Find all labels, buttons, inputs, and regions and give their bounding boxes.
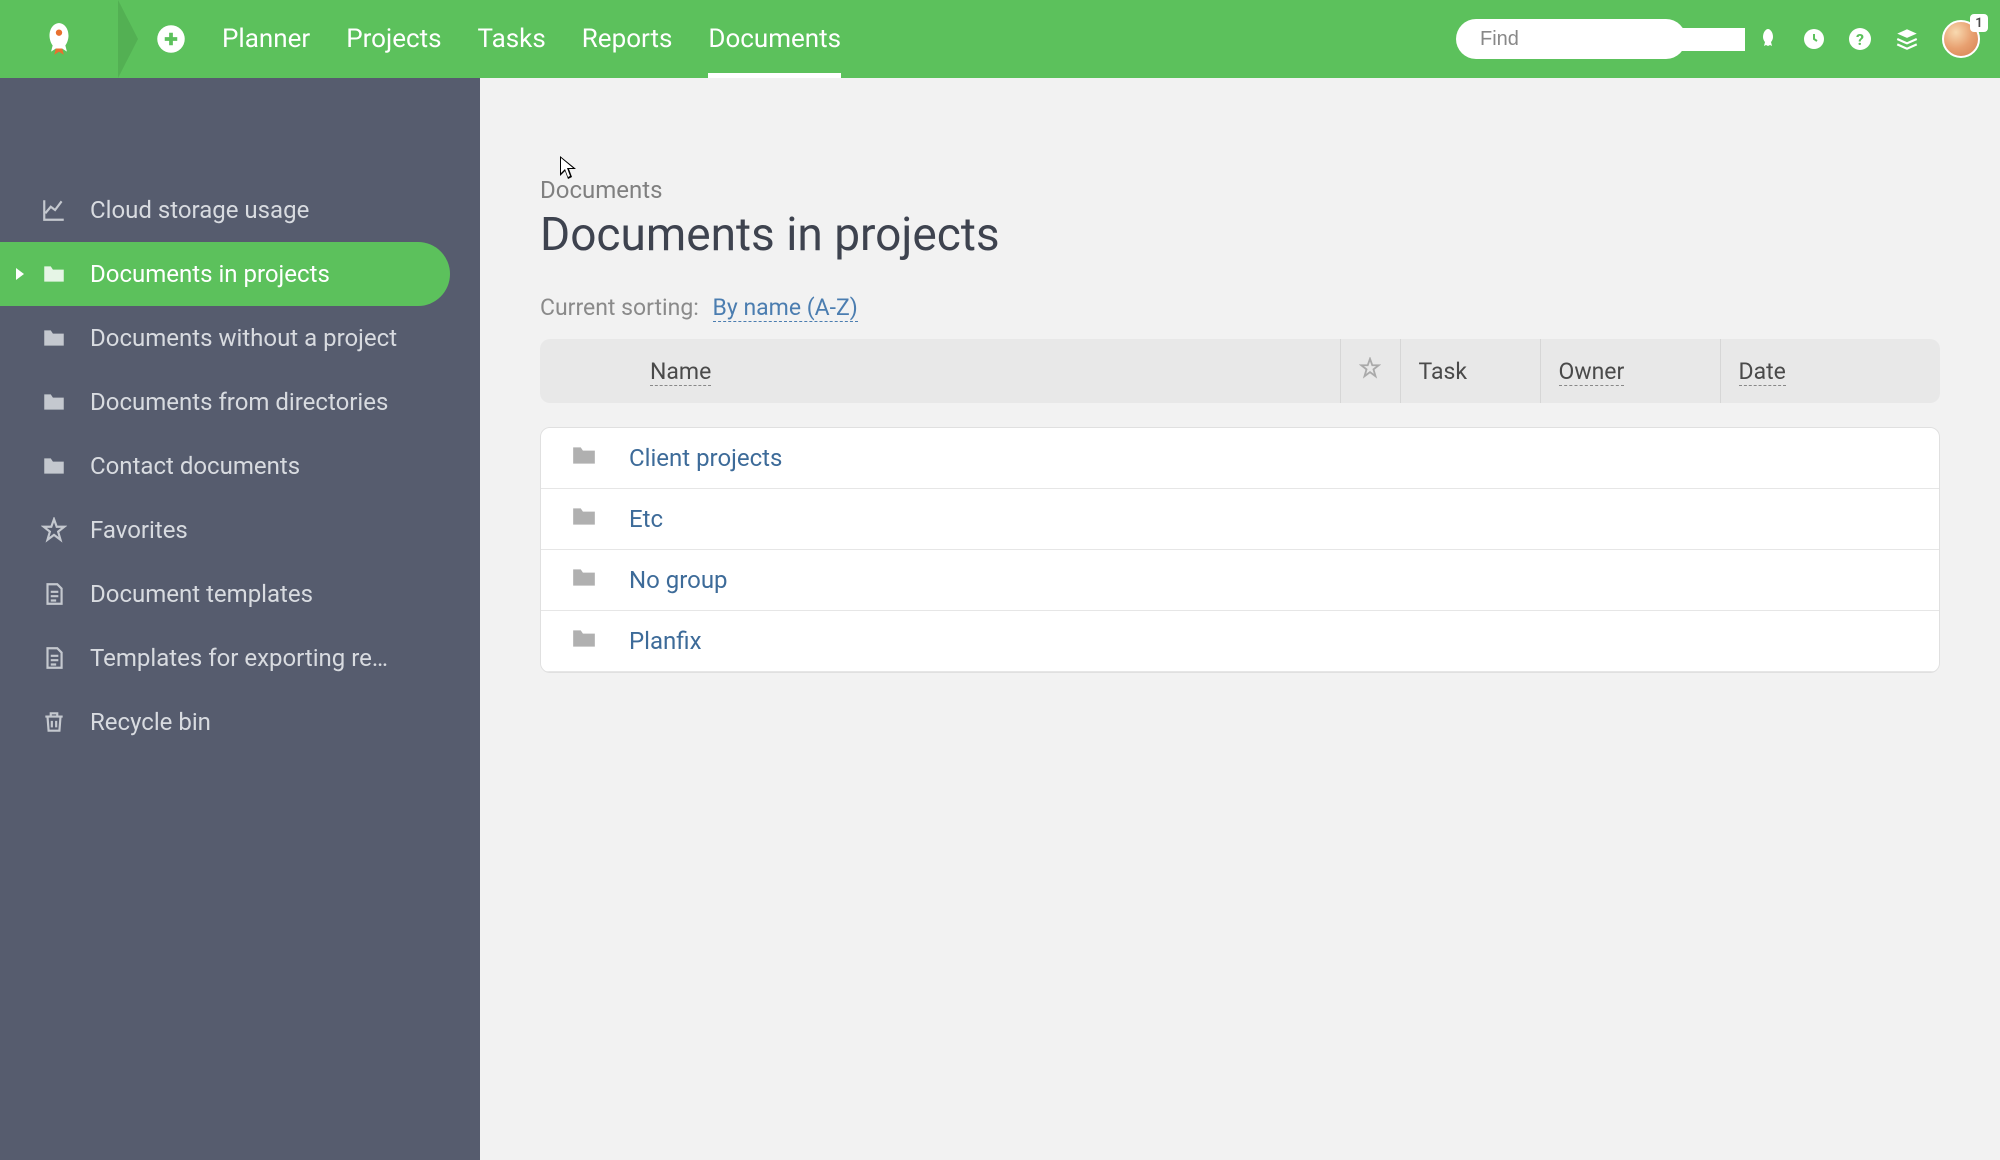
search-input[interactable] [1480,28,1745,51]
sidebar-item-contact-documents[interactable]: Contact documents [0,434,480,498]
sidebar-item-recycle-bin[interactable]: Recycle bin [0,690,480,754]
row-name[interactable]: Etc [615,489,1939,550]
sidebar-item-document-templates[interactable]: Document templates [0,562,480,626]
trash-icon [40,708,68,736]
sort-label: Current sorting: [540,294,699,321]
documents-table: Name Task Owner Date [540,339,1940,403]
table-row[interactable]: Client projects [541,428,1939,489]
folder-icon [40,452,68,480]
search-box[interactable] [1456,19,1686,59]
folder-icon [40,388,68,416]
help-icon: ? [1848,27,1872,51]
sidebar-label: Favorites [90,516,188,544]
sidebar-label: Contact documents [90,452,300,480]
nav-tab-tasks[interactable]: Tasks [478,0,546,78]
topbar-actions: ? 1 [1708,20,1980,58]
sidebar-item-documents-from-directories[interactable]: Documents from directories [0,370,480,434]
sidebar-label: Documents from directories [90,388,388,416]
sidebar-label: Documents in projects [90,260,330,288]
chart-icon [40,196,68,224]
folder-icon [40,324,68,352]
column-date[interactable]: Date [1720,339,1940,403]
table-row[interactable]: Etc [541,489,1939,550]
menu-icon [1708,26,1734,52]
nav-tab-planner[interactable]: Planner [222,0,310,78]
sidebar-label: Recycle bin [90,708,211,736]
column-name[interactable]: Name [540,339,1340,403]
column-owner[interactable]: Owner [1540,339,1720,403]
nav-tab-projects[interactable]: Projects [346,0,441,78]
sidebar-item-export-templates[interactable]: Templates for exporting re… [0,626,480,690]
main-content: Documents Documents in projects Current … [480,78,2000,1160]
sidebar-label: Documents without a project [90,324,397,352]
breadcrumb[interactable]: Documents [540,176,1940,204]
row-name[interactable]: No group [615,550,1939,611]
sidebar: Cloud storage usage Documents in project… [0,78,480,1160]
sidebar-item-documents-in-projects[interactable]: Documents in projects [0,242,450,306]
avatar-badge: 1 [1970,14,1988,32]
nav-tab-documents[interactable]: Documents [708,0,841,78]
avatar[interactable]: 1 [1942,20,1980,58]
page-title: Documents in projects [540,208,1940,262]
plus-circle-icon [156,24,186,54]
row-name[interactable]: Client projects [615,428,1939,489]
table-row[interactable]: Planfix [541,611,1939,672]
layers-icon [1894,26,1920,52]
folder-icon [571,566,597,588]
rocket-small-icon [1756,27,1780,51]
sidebar-label: Document templates [90,580,313,608]
sidebar-item-cloud-storage[interactable]: Cloud storage usage [0,178,480,242]
rocket-button[interactable] [1756,27,1780,51]
documents-table-body: Client projects Etc No group [541,428,1939,672]
add-button[interactable] [156,24,186,54]
column-star[interactable] [1340,339,1400,403]
layers-button[interactable] [1894,26,1920,52]
sort-row: Current sorting: By name (A-Z) [540,294,1940,321]
nav-tabs: Planner Projects Tasks Reports Documents [222,0,841,78]
nav-tab-reports[interactable]: Reports [582,0,673,78]
svg-text:?: ? [1856,30,1864,49]
sidebar-label: Cloud storage usage [90,196,309,224]
sidebar-item-favorites[interactable]: Favorites [0,498,480,562]
sort-value[interactable]: By name (A-Z) [713,294,858,322]
star-icon [1359,357,1381,379]
document-icon [40,644,68,672]
menu-button[interactable] [1708,26,1734,52]
table-row[interactable]: No group [541,550,1939,611]
topbar: Planner Projects Tasks Reports Documents… [0,0,2000,78]
clock-button[interactable] [1802,27,1826,51]
column-task[interactable]: Task [1400,339,1540,403]
sidebar-item-documents-without-project[interactable]: Documents without a project [0,306,480,370]
rocket-icon [40,20,78,58]
document-icon [40,580,68,608]
folder-icon [40,260,68,288]
logo[interactable] [0,0,118,78]
help-button[interactable]: ? [1848,27,1872,51]
star-icon [40,516,68,544]
folder-icon [571,505,597,527]
folder-icon [571,627,597,649]
clock-icon [1802,27,1826,51]
row-name[interactable]: Planfix [615,611,1939,672]
sidebar-label: Templates for exporting re… [90,644,388,672]
folder-icon [571,444,597,466]
